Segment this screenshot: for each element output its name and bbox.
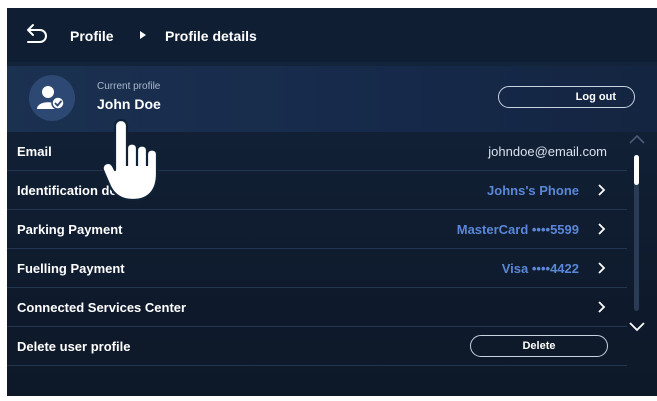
profile-name: John Doe <box>97 96 161 112</box>
row-label: Identification device <box>17 182 142 198</box>
row-value: MasterCard ••••5599 <box>456 221 579 237</box>
scrollbar-track[interactable] <box>634 155 639 311</box>
list-item-email[interactable]: Email johndoe@email.com <box>7 132 627 171</box>
row-label: Connected Services Center <box>17 299 187 315</box>
list-item-fuelling-payment[interactable]: Fuelling Payment Visa ••••4422 <box>7 249 627 288</box>
chevron-right-icon <box>598 301 606 313</box>
back-arrow-icon[interactable] <box>23 22 49 46</box>
list-item-connected-services-center[interactable]: Connected Services Center <box>7 288 627 327</box>
avatar <box>29 75 75 121</box>
breadcrumb-profile-details: Profile details <box>165 28 257 44</box>
logout-button[interactable]: Log out <box>498 86 635 108</box>
breadcrumb-separator-icon <box>140 31 146 39</box>
list-item-delete-user-profile: Delete user profile Delete <box>7 327 627 366</box>
app-screen: Profile Profile details Current profile … <box>7 8 657 396</box>
chevron-right-icon <box>598 184 606 196</box>
row-value: Visa ••••4422 <box>501 260 579 276</box>
header-bar: Profile Profile details <box>7 8 657 62</box>
row-label: Parking Payment <box>17 221 123 237</box>
row-label: Fuelling Payment <box>17 260 125 276</box>
user-check-icon <box>37 86 65 110</box>
row-label: Delete user profile <box>17 338 131 354</box>
delete-button[interactable]: Delete <box>470 335 608 357</box>
row-value: johndoe@email.com <box>488 143 607 159</box>
scroll-up-icon[interactable] <box>629 134 645 144</box>
list-item-identification-device[interactable]: Identification device Johns's Phone <box>7 171 627 210</box>
current-profile-caption: Current profile <box>97 81 161 92</box>
scroll-down-icon[interactable] <box>629 322 645 332</box>
row-value: Johns's Phone <box>487 182 579 198</box>
settings-list: Email johndoe@email.com Identification d… <box>7 132 627 366</box>
chevron-right-icon <box>598 223 606 235</box>
list-item-parking-payment[interactable]: Parking Payment MasterCard ••••5599 <box>7 210 627 249</box>
chevron-right-icon <box>598 262 606 274</box>
row-label: Email <box>17 143 52 159</box>
breadcrumb-profile[interactable]: Profile <box>70 28 114 44</box>
scrollbar-thumb[interactable] <box>634 155 639 185</box>
current-profile-card: Current profile John Doe Log out <box>7 66 657 132</box>
